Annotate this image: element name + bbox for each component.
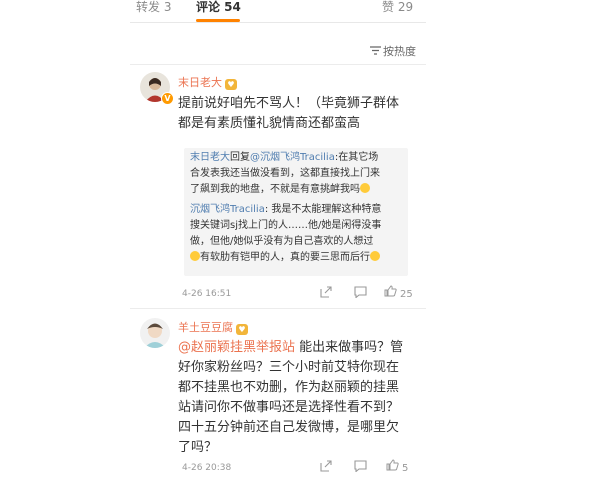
reply-text: 了飙到我的地盘，不就是有意挑衅我吗 <box>190 184 360 195</box>
comment-line: 站请问你不做事吗还是选择性看不到？ <box>178 400 400 415</box>
reply-mention[interactable]: @沉烟飞鸿Tracilia <box>250 152 335 163</box>
fan-badge-icon: ♥ <box>236 324 248 335</box>
reply-line: 合发表我还当做没看到，这都直接找上门来 <box>190 168 380 179</box>
comment-line: @赵丽颖挂黑举报站 能出来做事吗？管 <box>178 338 403 358</box>
reply-box[interactable]: 末日老大回复@沉烟飞鸿Tracilia:在其它场 合发表我还当做没看到，这都直接… <box>184 148 408 276</box>
comment-text: 提前说好咱先不骂人！（毕竟狮子群体 都是有素质懂礼貌情商还都蛮高 <box>178 94 399 134</box>
comment-line: 都不挂黑也不劝删，作为赵丽颖的挂黑 <box>178 380 400 395</box>
reply-text: : 我是不太能理解这种特意 <box>264 204 382 215</box>
reply-text: :在其它场 <box>334 152 379 163</box>
like-button[interactable]: 5 <box>386 459 408 474</box>
reply-line: 做，但他/她似乎没有为自己喜欢的人想过 <box>190 236 374 247</box>
reply-line: 末日老大回复@沉烟飞鸿Tracilia:在其它场 <box>190 150 378 166</box>
reply-author[interactable]: 沉烟飞鸿Tracilia <box>190 204 265 215</box>
reply-line: 搜关键词sj找上门的人……他/她是闲得没事 <box>190 220 382 231</box>
reply-text: 有软肋有铠甲的人，真的要三思而后行 <box>200 252 370 263</box>
share-icon <box>320 460 332 472</box>
sort-icon <box>370 45 382 58</box>
active-tab-indicator <box>196 19 240 22</box>
reply-line: 了飙到我的地盘，不就是有意挑衅我吗 <box>190 182 370 198</box>
like-icon <box>386 459 399 471</box>
like-icon <box>384 285 397 297</box>
divider <box>130 308 426 309</box>
comment-text: @赵丽颖挂黑举报站 能出来做事吗？管 好你家粉丝吗？三个小时前艾特你现在 都不挂… <box>178 338 403 458</box>
comment-line-text: 能出来做事吗？管 <box>295 340 404 355</box>
reply-button[interactable] <box>354 460 367 475</box>
comment-line: 提前说好咱先不骂人！（毕竟狮子群体 <box>178 96 400 111</box>
share-button[interactable] <box>320 286 332 301</box>
sort-toggle[interactable]: 按热度 <box>370 43 416 59</box>
share-button[interactable] <box>320 460 332 475</box>
like-count: 5 <box>402 463 409 474</box>
vip-icon: V <box>161 92 174 105</box>
fan-badge-icon: ♥ <box>225 79 237 90</box>
emoji-icon <box>370 251 380 261</box>
emoji-icon <box>360 183 370 193</box>
tab-repost[interactable]: 转发 3 <box>136 0 171 15</box>
avatar[interactable] <box>140 318 170 348</box>
divider <box>130 64 426 65</box>
comment-line: 四十五分钟前还自己发微博，是哪里欠 <box>178 420 400 435</box>
like-button[interactable]: 25 <box>384 285 413 300</box>
emoji-icon <box>190 251 200 261</box>
sort-label: 按热度 <box>383 45 416 58</box>
comment-line: 都是有素质懂礼貌情商还都蛮高 <box>178 116 361 131</box>
comment-icon <box>354 286 367 299</box>
comment-timestamp: 4-26 16:51 <box>182 289 232 299</box>
comment-line: 好你家粉丝吗？三个小时前艾特你现在 <box>178 360 400 375</box>
comment-timestamp: 4-26 20:38 <box>182 463 232 473</box>
tab-bar: 转发 3 评论 54 赞 29 <box>130 0 426 23</box>
comment-line: 了吗？ <box>178 440 218 455</box>
comment-panel: 转发 3 评论 54 赞 29 按热度 V 末日老大 ♥ 提前说好咱先不骂人！（… <box>130 0 426 480</box>
reply-line: 沉烟飞鸿Tracilia: 我是不太能理解这种特意 <box>190 202 381 218</box>
tab-likes[interactable]: 赞 29 <box>382 0 413 15</box>
comment-icon <box>354 460 367 473</box>
comment-username[interactable]: 羊土豆豆腐 ♥ <box>178 319 248 335</box>
comment-mention[interactable]: @赵丽颖挂黑举报站 <box>178 340 295 355</box>
like-count: 25 <box>400 289 413 300</box>
tab-comments[interactable]: 评论 54 <box>196 0 241 15</box>
reply-verb: 回复 <box>230 152 250 163</box>
reply-line: 有软肋有铠甲的人，真的要三思而后行 <box>190 250 380 266</box>
share-icon <box>320 286 332 298</box>
reply-button[interactable] <box>354 286 367 301</box>
page: 转发 3 评论 54 赞 29 按热度 V 末日老大 ♥ 提前说好咱先不骂人！（… <box>0 0 614 480</box>
comment-username[interactable]: 末日老大 ♥ <box>178 74 237 90</box>
reply-author[interactable]: 末日老大 <box>190 152 230 163</box>
